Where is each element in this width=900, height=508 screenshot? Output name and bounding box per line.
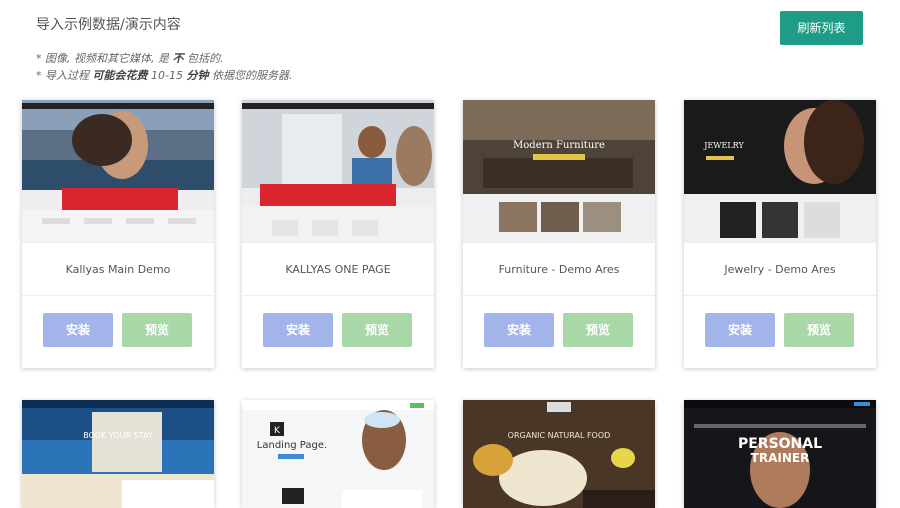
preview-button[interactable]: 预览	[342, 313, 412, 347]
note-media-excluded: * 图像, 视频和其它媒体, 是 不 包括的.	[36, 50, 292, 67]
thumb-hero-text: JEWELRY	[703, 141, 744, 150]
thumb-hero-text: PERSONAL	[738, 436, 822, 452]
thumb-hero-text: BOOK YOUR STAY	[83, 431, 153, 440]
note-text: 10-15	[147, 69, 187, 82]
preview-button[interactable]: 预览	[563, 313, 633, 347]
thumb-hero-text: ORGANIC NATURAL FOOD	[508, 431, 611, 440]
demo-thumbnail[interactable]	[242, 100, 434, 242]
note-text: * 导入过程	[36, 69, 93, 82]
demo-card-personal-trainer: PERSONAL TRAINER	[684, 400, 876, 508]
note-text: * 图像, 视频和其它媒体, 是	[36, 52, 173, 65]
demo-thumbnail[interactable]: K Landing Page.	[242, 400, 434, 508]
demo-thumbnail[interactable]: ORGANIC NATURAL FOOD	[463, 400, 655, 508]
demo-title: KALLYAS ONE PAGE	[242, 242, 434, 296]
thumb-hero-text: Modern Furniture	[513, 140, 605, 151]
import-notes: * 图像, 视频和其它媒体, 是 不 包括的. * 导入过程 可能会花费 10-…	[36, 50, 292, 84]
demo-card-kallyas-main: Kallyas Main Demo 安装 预览	[22, 100, 214, 368]
note-import-duration: * 导入过程 可能会花费 10-15 分钟 依据您的服务器.	[36, 67, 292, 84]
note-emphasis: 分钟	[186, 69, 209, 82]
install-button[interactable]: 安装	[263, 313, 333, 347]
page-title: 导入示例数据/演示内容	[36, 17, 181, 33]
demo-title: Jewelry - Demo Ares	[684, 242, 876, 296]
note-emphasis: 可能会花费	[92, 69, 148, 82]
refresh-list-button[interactable]: 刷新列表	[780, 11, 863, 45]
demo-thumbnail[interactable]: Modern Furniture	[463, 100, 655, 242]
install-button[interactable]: 安装	[43, 313, 113, 347]
note-text: 依据您的服务器.	[208, 69, 293, 82]
preview-button[interactable]: 预览	[122, 313, 192, 347]
demo-card-furniture: Modern Furniture Furniture - Demo Ares 安…	[463, 100, 655, 368]
demo-card-jewelry: JEWELRY Jewelry - Demo Ares 安装 预览	[684, 100, 876, 368]
preview-button[interactable]: 预览	[784, 313, 854, 347]
note-emphasis: 不	[172, 52, 184, 65]
note-text: 包括的.	[183, 52, 224, 65]
demo-title: Furniture - Demo Ares	[463, 242, 655, 296]
demo-card-landing-page: K Landing Page.	[242, 400, 434, 508]
demo-card-kallyas-one-page: KALLYAS ONE PAGE 安装 预览	[242, 100, 434, 368]
demo-card-hotel: BOOK YOUR STAY	[22, 400, 214, 508]
demo-thumbnail[interactable]: PERSONAL TRAINER	[684, 400, 876, 508]
thumb-hero-text: Landing Page.	[257, 440, 327, 451]
demo-thumbnail[interactable]: JEWELRY	[684, 100, 876, 242]
demo-thumbnail[interactable]	[22, 100, 214, 242]
install-button[interactable]: 安装	[705, 313, 775, 347]
demo-card-organic-food: ORGANIC NATURAL FOOD	[463, 400, 655, 508]
thumb-sub-text: TRAINER	[751, 451, 810, 465]
demo-title: Kallyas Main Demo	[22, 242, 214, 296]
install-button[interactable]: 安装	[484, 313, 554, 347]
demo-thumbnail[interactable]: BOOK YOUR STAY	[22, 400, 214, 508]
